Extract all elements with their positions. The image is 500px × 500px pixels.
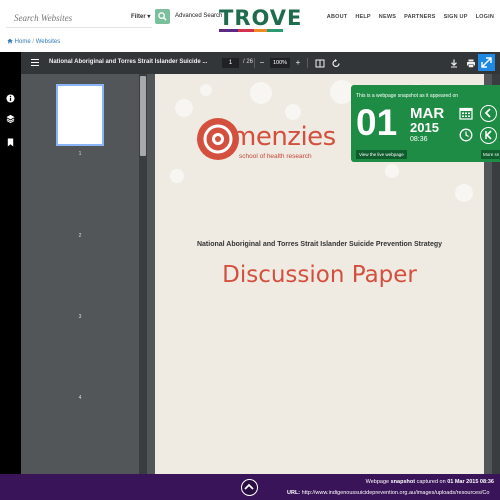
snapshot-footer: Webpage snapshot captured on 01 Mar 2015… (0, 474, 500, 500)
thumb-number: 3 (78, 314, 82, 320)
scroll-up-button[interactable] (241, 479, 258, 496)
breadcrumb: Home / Websites (7, 38, 60, 45)
calendar-icon[interactable] (459, 106, 473, 120)
chevron-first-icon (485, 130, 492, 140)
document-title: National Aboriginal and Torres Strait Is… (196, 241, 443, 248)
page-total: / 26 (243, 59, 254, 65)
thumb-number: 4 (78, 395, 82, 401)
clock-icon[interactable] (459, 128, 473, 142)
nav-help[interactable]: HELP (355, 14, 370, 20)
fit-page-icon[interactable] (315, 58, 325, 69)
search-input[interactable] (6, 9, 126, 27)
capture-url: URL: http://www.indigenoussuicideprevent… (287, 490, 494, 496)
capture-date: 01 Mar 2015 08:36 (447, 479, 494, 485)
site-header: Filter ▾ Advanced Search TROVE ABOUT HEL… (0, 0, 500, 36)
snapshot-badge: This is a webpage snapshot as it appeare… (351, 85, 500, 162)
capture-prefix: Webpage (365, 479, 390, 485)
nav-news[interactable]: NEWS (379, 14, 396, 20)
nav-sign-up[interactable]: SIGN UP (444, 14, 468, 20)
layers-icon[interactable] (6, 114, 15, 123)
rotate-icon[interactable] (331, 58, 341, 69)
breadcrumb-home[interactable]: Home (15, 39, 31, 45)
decorative-dot (455, 184, 473, 202)
breadcrumb-sep: / (32, 39, 35, 45)
caret-down-icon: ▾ (147, 14, 151, 20)
page-thumbnail[interactable] (56, 84, 104, 146)
view-live-webpage-button[interactable]: View the live webpage (356, 150, 407, 159)
breadcrumb-websites[interactable]: Websites (36, 39, 61, 45)
decorative-dot (175, 99, 193, 117)
nav-about[interactable]: ABOUT (327, 14, 348, 20)
menzies-logo: menzies school of health research (195, 116, 365, 166)
chevron-left-icon (484, 108, 491, 118)
logo-bar (219, 29, 283, 32)
logo-subtitle: school of health research (239, 153, 312, 160)
search-button[interactable] (155, 9, 170, 24)
scrollbar-thumb[interactable] (140, 76, 146, 156)
menu-icon[interactable] (31, 59, 39, 66)
expand-icon (481, 57, 492, 68)
url-label: URL: (287, 490, 301, 496)
pdf-title: National Aboriginal and Torres Strait Is… (49, 59, 208, 65)
snapshot-time: 08:36 (410, 136, 428, 143)
capture-snapshot-word: snapshot (390, 479, 416, 485)
print-icon[interactable] (466, 58, 476, 69)
info-icon[interactable] (6, 94, 15, 103)
bookmark-icon[interactable] (6, 138, 15, 147)
thumb-number: 1 (78, 151, 82, 157)
thumb-number: 2 (78, 233, 82, 239)
filter-dropdown[interactable]: Filter ▾ (131, 13, 150, 20)
thumbnail-panel: 1 2 3 4 (21, 74, 139, 474)
snapshot-day: 01 (356, 102, 398, 143)
logo-name: menzies (231, 122, 336, 152)
zoom-out-button[interactable]: − (257, 57, 267, 68)
previous-snapshot-button[interactable] (480, 105, 497, 122)
left-toolbar (0, 52, 21, 474)
nav-partners[interactable]: PARTNERS (404, 14, 435, 20)
toolbar-divider (307, 58, 308, 68)
home-icon (7, 38, 13, 44)
snapshot-label: This is a webpage snapshot as it appeare… (356, 93, 459, 99)
decorative-dot (200, 84, 212, 96)
document-heading: Discussion Paper (222, 262, 417, 288)
decorative-dot (170, 169, 184, 183)
capture-mid: captured on (416, 479, 446, 485)
pdf-toolbar: National Aboriginal and Torres Strait Is… (21, 52, 500, 74)
chevron-up-icon (244, 483, 254, 490)
thumbnail-scrollbar[interactable] (139, 74, 147, 474)
fullscreen-button[interactable] (478, 54, 495, 71)
decorative-dot (250, 82, 272, 104)
logo-text: TROVE (219, 6, 303, 30)
page-number-input[interactable]: 1 (222, 58, 239, 68)
trove-logo[interactable]: TROVE (219, 6, 303, 33)
download-icon[interactable] (449, 58, 459, 69)
search-icon (158, 12, 167, 21)
filter-label: Filter (131, 14, 146, 20)
zoom-level[interactable]: 100% (270, 58, 290, 68)
top-nav: ABOUT HELP NEWS PARTNERS SIGN UP LOGIN (327, 14, 494, 20)
decorative-dot (385, 164, 399, 178)
toolbar-divider (254, 58, 255, 68)
capture-info: Webpage snapshot captured on 01 Mar 2015… (366, 479, 494, 485)
zoom-in-button[interactable]: + (293, 57, 303, 68)
nav-login[interactable]: LOGIN (476, 14, 494, 20)
more-snapshots-button[interactable]: More sn (481, 150, 500, 159)
url-value[interactable]: http://www.indigenoussuicideprevention.o… (302, 490, 490, 496)
advanced-search-link[interactable]: Advanced Search (175, 13, 222, 19)
first-snapshot-button[interactable] (480, 127, 497, 144)
snapshot-year: 2015 (410, 120, 439, 135)
